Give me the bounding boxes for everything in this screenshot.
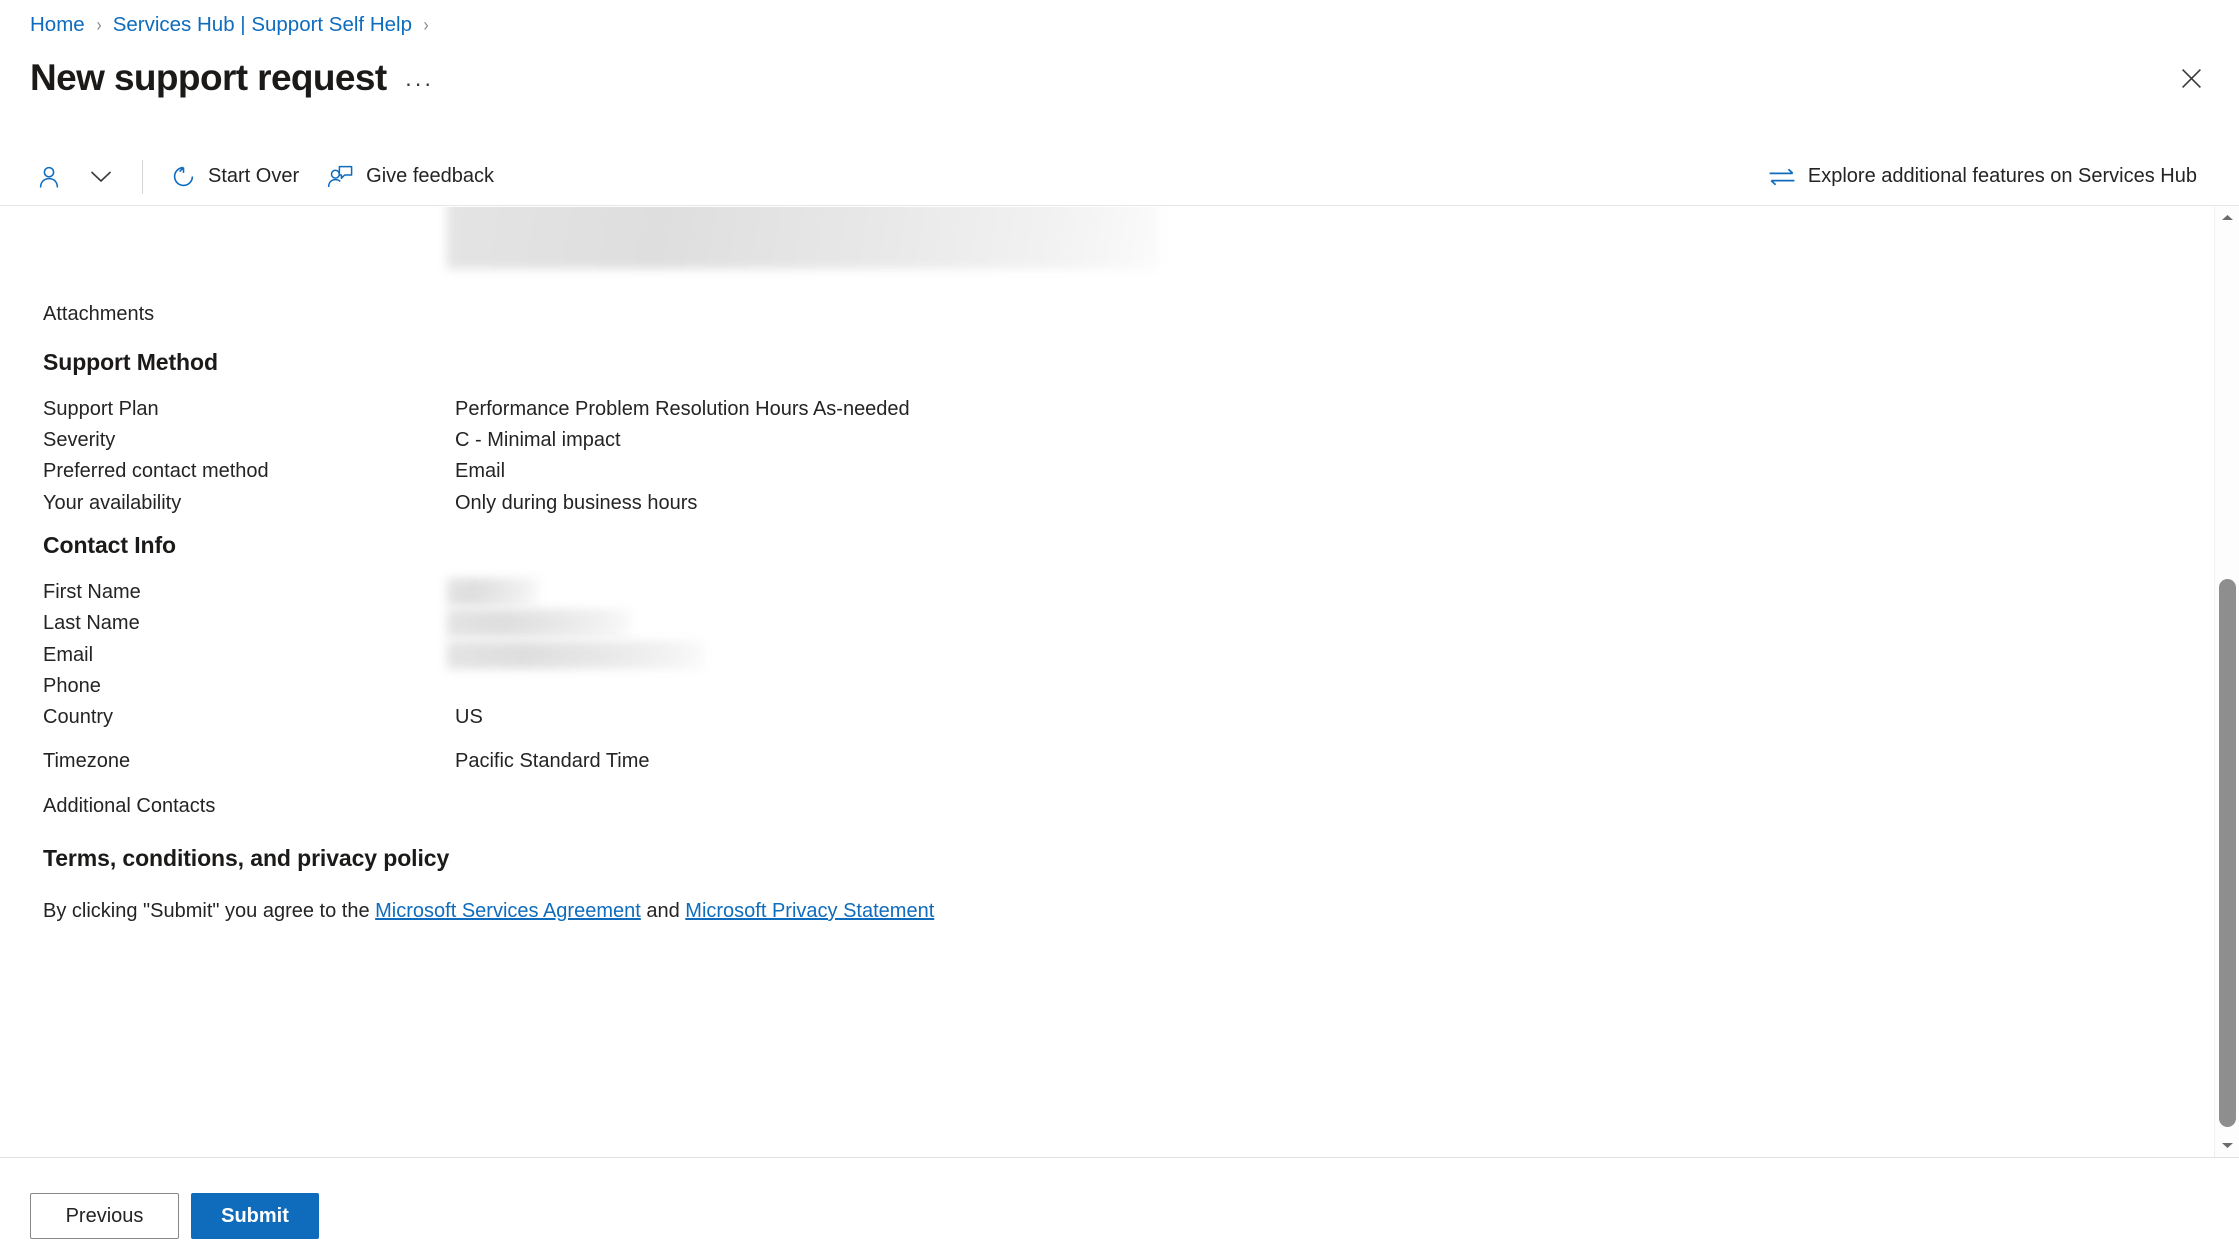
form-scroll-region[interactable]: Attachments Support Method Support Plan … [0, 207, 2239, 1157]
close-button[interactable] [2167, 58, 2215, 102]
field-row-last-name: Last Name [0, 608, 2239, 638]
field-label: Additional Contacts [43, 795, 216, 817]
redacted-value-last-name [447, 609, 632, 637]
field-row-your-availability: Your availability Only during business h… [0, 488, 2239, 518]
section-heading-support-method: Support Method [43, 349, 218, 375]
command-bar-left: Start Over Give feedback [24, 155, 508, 199]
field-label: Last Name [43, 612, 140, 634]
scroll-up-button[interactable] [2215, 207, 2239, 229]
chevron-right-icon: › [423, 15, 429, 35]
explore-services-hub-button[interactable]: Explore additional features on Services … [1754, 155, 2211, 199]
breadcrumb-item-home[interactable]: Home [30, 10, 85, 40]
section-heading-terms: Terms, conditions, and privacy policy [43, 845, 450, 871]
field-row-timezone: Timezone Pacific Standard Time [0, 746, 2239, 776]
terms-text: By clicking "Submit" you agree to the Mi… [43, 896, 934, 926]
command-bar: Start Over Give feedback Explore additio… [0, 148, 2239, 206]
redacted-value-email [447, 641, 705, 669]
start-over-button[interactable]: Start Over [157, 155, 313, 199]
refresh-icon [171, 164, 196, 189]
field-row-preferred-contact-method: Preferred contact method Email [0, 456, 2239, 486]
field-value: Performance Problem Resolution Hours As-… [455, 398, 910, 420]
command-bar-right: Explore additional features on Services … [1754, 155, 2211, 199]
breadcrumb: Home › Services Hub | Support Self Help … [30, 10, 440, 40]
field-label: Severity [43, 429, 116, 451]
swap-arrows-icon [1768, 167, 1796, 187]
title-row: New support request ··· [30, 56, 434, 100]
field-label: Your availability [43, 492, 182, 514]
redacted-value-first-name [447, 578, 539, 606]
scroll-down-button[interactable] [2215, 1135, 2239, 1157]
terms-middle: and [640, 900, 686, 922]
field-value: Email [455, 460, 506, 482]
field-row-first-name: First Name [0, 577, 2239, 607]
field-label: Email [43, 644, 94, 666]
persona-button[interactable] [24, 155, 74, 199]
chevron-right-icon: › [96, 15, 102, 35]
field-value: Only during business hours [455, 492, 698, 514]
close-icon [2181, 68, 2202, 92]
person-feedback-icon [327, 164, 354, 189]
field-row-support-plan: Support Plan Performance Problem Resolut… [0, 394, 2239, 424]
caret-down-icon [2221, 1137, 2234, 1155]
field-row-phone: Phone [0, 671, 2239, 701]
scrollbar-thumb[interactable] [2219, 579, 2236, 1127]
explore-services-hub-label: Explore additional features on Services … [1807, 165, 2197, 187]
microsoft-privacy-statement-link[interactable]: Microsoft Privacy Statement [685, 900, 934, 922]
support-request-page: Home › Services Hub | Support Self Help … [0, 0, 2239, 1240]
field-label: First Name [43, 581, 141, 603]
field-value: C - Minimal impact [455, 429, 621, 451]
field-label: Country [43, 706, 114, 728]
command-bar-divider [142, 159, 143, 194]
persona-dropdown-button[interactable] [74, 155, 128, 199]
field-label: Phone [43, 675, 101, 697]
microsoft-services-agreement-link[interactable]: Microsoft Services Agreement [375, 900, 641, 922]
field-row-country: Country US [0, 702, 2239, 732]
overflow-menu-button[interactable]: ··· [405, 72, 434, 100]
section-heading-contact-info: Contact Info [43, 532, 176, 558]
field-value: US [455, 706, 483, 728]
form-footer: Previous Submit [0, 1157, 2239, 1240]
caret-up-icon [2221, 209, 2234, 227]
breadcrumb-item-services-hub[interactable]: Services Hub | Support Self Help [113, 10, 412, 40]
previous-button[interactable]: Previous [30, 1193, 179, 1239]
vertical-scrollbar[interactable] [2214, 207, 2239, 1157]
give-feedback-label: Give feedback [366, 165, 494, 187]
give-feedback-button[interactable]: Give feedback [313, 155, 508, 199]
chevron-down-icon [90, 170, 112, 184]
field-row-severity: Severity C - Minimal impact [0, 425, 2239, 455]
field-row-additional-contacts: Additional Contacts [0, 791, 2239, 821]
field-label: Preferred contact method [43, 460, 269, 482]
redacted-value-block [447, 207, 1159, 269]
page-title: New support request [30, 57, 387, 98]
start-over-label: Start Over [208, 165, 300, 187]
attachments-label: Attachments [43, 303, 155, 325]
field-value: Pacific Standard Time [455, 750, 650, 772]
person-icon [36, 164, 62, 190]
field-row-email: Email [0, 640, 2239, 670]
field-label: Timezone [43, 750, 131, 772]
field-row-attachments: Attachments [0, 299, 2239, 329]
field-label: Support Plan [43, 398, 159, 420]
submit-button[interactable]: Submit [191, 1193, 319, 1239]
terms-prefix: By clicking "Submit" you agree to the [43, 900, 376, 922]
